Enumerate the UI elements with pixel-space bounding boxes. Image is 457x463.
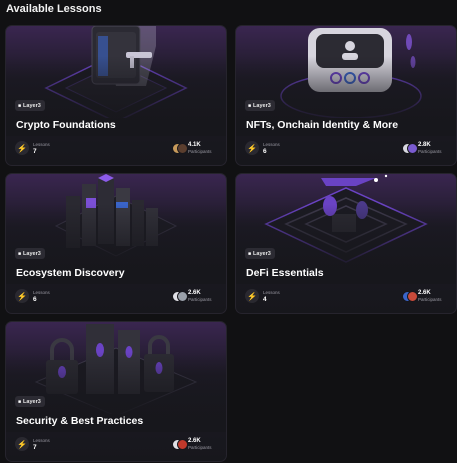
- lesson-title: Crypto Foundations: [16, 119, 116, 131]
- lessons-label: Lessons: [263, 142, 280, 147]
- participant-avatars: [402, 143, 418, 154]
- lesson-title: Security & Best Practices: [16, 415, 144, 427]
- layer3-badge: ■ Layer3: [245, 100, 275, 111]
- participants-count: 2.6K: [188, 290, 201, 296]
- layer3-logo-icon: ■: [248, 250, 252, 257]
- layer3-badge: ■ Layer3: [15, 100, 45, 111]
- avatar: [177, 291, 188, 302]
- layer3-badge: ■ Layer3: [245, 248, 275, 259]
- lightning-icon: ⚡: [15, 437, 29, 451]
- lessons-label: Lessons: [33, 290, 50, 295]
- badge-label: Layer3: [23, 398, 41, 405]
- lightning-icon: ⚡: [15, 141, 29, 155]
- lesson-title: DeFi Essentials: [246, 267, 324, 279]
- avatar: [177, 439, 188, 450]
- layer3-logo-icon: ■: [18, 250, 22, 257]
- participant-avatars: [172, 439, 188, 450]
- participants-count: 2.6K: [188, 438, 201, 444]
- lessons-label: Lessons: [33, 438, 50, 443]
- badge-label: Layer3: [253, 250, 271, 257]
- lesson-card-security-best-practices[interactable]: ■ Layer3 Security & Best Practices ⚡ Les…: [5, 321, 227, 462]
- lessons-label: Lessons: [263, 290, 280, 295]
- participant-avatars: [172, 143, 188, 154]
- participants-label: Participants: [188, 445, 212, 450]
- lesson-card-crypto-foundations[interactable]: ■ Layer3 Crypto Foundations ⚡ Lessons 7 …: [5, 25, 227, 166]
- avatar: [407, 143, 418, 154]
- lesson-title: Ecosystem Discovery: [16, 267, 125, 279]
- layer3-badge: ■ Layer3: [15, 248, 45, 259]
- lightning-icon: ⚡: [245, 289, 259, 303]
- layer3-logo-icon: ■: [248, 102, 252, 109]
- participants-label: Participants: [418, 297, 442, 302]
- page-title: Available Lessons: [6, 3, 102, 15]
- badge-label: Layer3: [253, 102, 271, 109]
- lessons-count: 6: [33, 296, 37, 303]
- badge-label: Layer3: [23, 250, 41, 257]
- lightning-icon: ⚡: [15, 289, 29, 303]
- lessons-count: 7: [33, 148, 37, 155]
- lesson-title: NFTs, Onchain Identity & More: [246, 119, 399, 131]
- lesson-card-ecosystem-discovery[interactable]: ■ Layer3 Ecosystem Discovery ⚡ Lessons 6…: [5, 173, 227, 314]
- participant-avatars: [402, 291, 418, 302]
- layer3-badge: ■ Layer3: [15, 396, 45, 407]
- lesson-card-nfts-onchain-identity[interactable]: ■ Layer3 NFTs, Onchain Identity & More ⚡…: [235, 25, 457, 166]
- avatar: [177, 143, 188, 154]
- lessons-count: 6: [263, 148, 267, 155]
- lessons-label: Lessons: [33, 142, 50, 147]
- lightning-icon: ⚡: [245, 141, 259, 155]
- lesson-card-defi-essentials[interactable]: ■ Layer3 DeFi Essentials ⚡ Lessons 4 2.6…: [235, 173, 457, 314]
- lessons-count: 4: [263, 296, 267, 303]
- participant-avatars: [172, 291, 188, 302]
- layer3-logo-icon: ■: [18, 398, 22, 405]
- badge-label: Layer3: [23, 102, 41, 109]
- lessons-count: 7: [33, 444, 37, 451]
- participants-count: 2.6K: [418, 290, 431, 296]
- participants-count: 4.1K: [188, 142, 201, 148]
- participants-count: 2.8K: [418, 142, 431, 148]
- layer3-logo-icon: ■: [18, 102, 22, 109]
- participants-label: Participants: [188, 149, 212, 154]
- participants-label: Participants: [418, 149, 442, 154]
- avatar: [407, 291, 418, 302]
- participants-label: Participants: [188, 297, 212, 302]
